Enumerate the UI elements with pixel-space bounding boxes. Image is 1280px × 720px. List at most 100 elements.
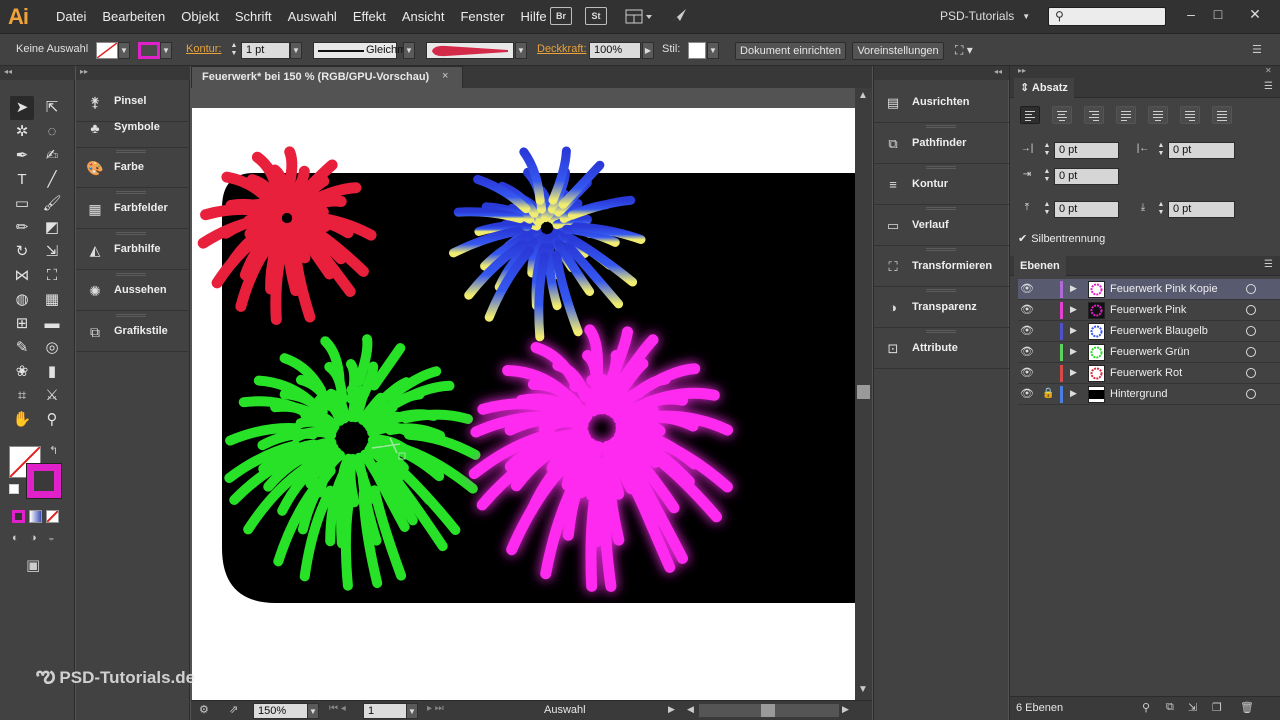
panel-button-pathfinder[interactable]: ⧉ Pathfinder — [874, 123, 1009, 164]
rotate-tool-icon[interactable]: ↻ — [10, 240, 34, 264]
menu-auswahl[interactable]: Auswahl — [280, 0, 345, 34]
panel-grip[interactable] — [926, 248, 956, 251]
export-icon[interactable]: ⇗ — [229, 703, 238, 716]
panel-grip[interactable] — [116, 191, 146, 194]
stroke-color-box[interactable] — [26, 463, 62, 499]
layer-row[interactable]: 👁 🔒 ▶ Hintergrund — [1018, 384, 1280, 405]
color-mode-icon[interactable] — [12, 510, 25, 523]
artboard-number-field[interactable]: 1 — [363, 703, 407, 719]
swap-colors-icon[interactable]: ↰ — [49, 444, 58, 457]
fill-stroke-widget[interactable]: ↰ — [9, 444, 63, 500]
layer-target-icon[interactable] — [1246, 389, 1256, 399]
direct-selection-tool-icon[interactable]: ⇱ — [40, 96, 64, 120]
justify-center-button[interactable] — [1148, 106, 1168, 124]
close-icon[interactable]: ✕ — [1244, 4, 1266, 24]
stroke-profile-dropdown[interactable]: ▼ — [403, 42, 415, 59]
zoom-tool-icon[interactable]: ⚲ — [40, 408, 64, 432]
zoom-dropdown[interactable]: ▼ — [307, 703, 319, 719]
align-left-button[interactable] — [1020, 106, 1040, 124]
left-indent-stepper[interactable]: ▲ ▼ — [1042, 142, 1052, 159]
lasso-tool-icon[interactable]: ◌ — [40, 120, 64, 144]
opacity-field[interactable]: 100% — [589, 42, 641, 59]
pencil-tool-icon[interactable]: ✏ — [10, 216, 34, 240]
fill-swatch[interactable] — [96, 42, 118, 59]
document-setup-button[interactable]: Dokument einrichten — [735, 42, 846, 60]
stroke-weight-field[interactable]: 1 pt — [241, 42, 290, 59]
scroll-thumb[interactable] — [857, 385, 870, 399]
panel-menu-icon[interactable]: ☰ — [1264, 81, 1273, 92]
visibility-eye-icon[interactable]: 👁 — [1020, 283, 1034, 295]
workspace-switcher[interactable]: PSD-Tutorials ▼ — [940, 9, 1030, 23]
layer-target-icon[interactable] — [1246, 326, 1256, 336]
arrange-documents-icon[interactable] — [625, 8, 655, 26]
zoom-field[interactable]: 150% — [253, 703, 308, 719]
fireworks-artwork[interactable] — [192, 108, 855, 700]
stroke-swatch[interactable] — [138, 42, 160, 59]
layer-target-icon[interactable] — [1246, 368, 1256, 378]
menu-objekt[interactable]: Objekt — [173, 0, 227, 34]
expand-arrow-icon[interactable]: ▶ — [1070, 304, 1077, 315]
brush-definition-field[interactable] — [426, 42, 514, 59]
expand-arrow-icon[interactable]: ▶ — [1070, 283, 1077, 294]
brush-definition-dropdown[interactable]: ▼ — [515, 42, 527, 59]
checkbox-checked-icon[interactable]: ✔ — [1018, 232, 1027, 245]
new-layer-icon[interactable]: ❐ — [1212, 701, 1222, 714]
delete-layer-icon[interactable]: 🗑 — [1240, 701, 1254, 714]
width-tool-icon[interactable]: ⋈ — [10, 264, 34, 288]
visibility-eye-icon[interactable]: 👁 — [1020, 325, 1034, 337]
last-artboard-icon[interactable]: ▸ ⏭ — [427, 703, 444, 714]
gpu-performance-icon[interactable] — [667, 6, 689, 26]
canvas-area[interactable] — [191, 88, 855, 700]
pen-tool-icon[interactable]: ✒ — [10, 144, 34, 168]
eraser-tool-icon[interactable]: ◩ — [40, 216, 64, 240]
opacity-dropdown[interactable]: ▶ — [642, 42, 654, 59]
scroll-up-icon[interactable]: ▲ — [858, 90, 868, 101]
vertical-scrollbar[interactable]: ▲ ▼ — [855, 88, 872, 700]
tab-absatz[interactable]: ⇕ Absatz — [1014, 78, 1074, 98]
graphic-style-dropdown[interactable]: ▼ — [707, 42, 719, 59]
panel-grip[interactable] — [926, 289, 956, 292]
first-line-indent-field[interactable]: 0 pt — [1054, 168, 1119, 185]
panel-button-transparenz[interactable]: ◑ Transparenz — [874, 287, 1009, 328]
fill-dropdown[interactable]: ▼ — [118, 42, 130, 59]
symbol-sprayer-tool-icon[interactable]: ❀ — [10, 360, 34, 384]
panel-button-aussehen[interactable]: ✺ Aussehen — [76, 271, 190, 311]
slice-tool-icon[interactable]: ⚔ — [40, 384, 64, 408]
layer-row[interactable]: 👁 ▶ Feuerwerk Grün — [1018, 342, 1280, 363]
expand-arrow-icon[interactable]: ▶ — [1070, 388, 1077, 399]
close-tab-icon[interactable]: × — [442, 70, 448, 82]
mesh-tool-icon[interactable]: ⊞ — [10, 312, 34, 336]
layer-row[interactable]: 👁 ▶ Feuerwerk Pink Kopie — [1018, 279, 1280, 300]
default-colors-icon[interactable] — [9, 484, 19, 494]
select-similar-icon[interactable]: ⛶ ▾ — [955, 43, 973, 58]
justify-right-button[interactable] — [1180, 106, 1200, 124]
panel-grip[interactable] — [926, 330, 956, 333]
stock-icon[interactable]: St — [585, 7, 607, 25]
stroke-weight-dropdown[interactable]: ▼ — [290, 42, 302, 59]
space-after-field[interactable]: 0 pt — [1168, 201, 1235, 218]
shape-builder-tool-icon[interactable]: ◍ — [10, 288, 34, 312]
hyphenation-option[interactable]: ✔ Silbentrennung — [1018, 232, 1105, 246]
draw-normal-icon[interactable]: ◐ — [12, 532, 26, 546]
scale-tool-icon[interactable]: ⇲ — [40, 240, 64, 264]
paintbrush-tool-icon[interactable]: 🖌 — [40, 192, 64, 216]
maximize-icon[interactable]: □ — [1207, 4, 1229, 24]
align-right-button[interactable] — [1084, 106, 1104, 124]
first-artboard-icon[interactable]: ⏮ ◂ — [329, 703, 346, 714]
menu-bearbeiten[interactable]: Bearbeiten — [94, 0, 173, 34]
perspective-grid-tool-icon[interactable]: ▦ — [40, 288, 64, 312]
panel-menu-icon[interactable]: ☰ — [1252, 43, 1262, 56]
kontur-link[interactable]: Kontur: — [186, 43, 221, 55]
visibility-eye-icon[interactable]: 👁 — [1020, 346, 1034, 358]
document-tab[interactable]: Feuerwerk* bei 150 % (RGB/GPU-Vorschau) … — [191, 66, 463, 88]
stroke-weight-stepper[interactable]: ▲ ▼ — [229, 42, 239, 59]
artboard-tool-icon[interactable]: ⌗ — [10, 384, 34, 408]
panel-grip[interactable] — [926, 207, 956, 210]
artboard[interactable] — [192, 108, 855, 700]
expand-icon[interactable]: ▸▸ — [80, 67, 88, 76]
scroll-down-icon[interactable]: ▼ — [858, 684, 868, 695]
panel-grip[interactable] — [116, 314, 146, 317]
gradient-tool-icon[interactable]: ▬ — [40, 312, 64, 336]
panel-button-ausrichten[interactable]: ▤ Ausrichten — [874, 82, 1009, 123]
rectangle-tool-icon[interactable]: ▭ — [10, 192, 34, 216]
